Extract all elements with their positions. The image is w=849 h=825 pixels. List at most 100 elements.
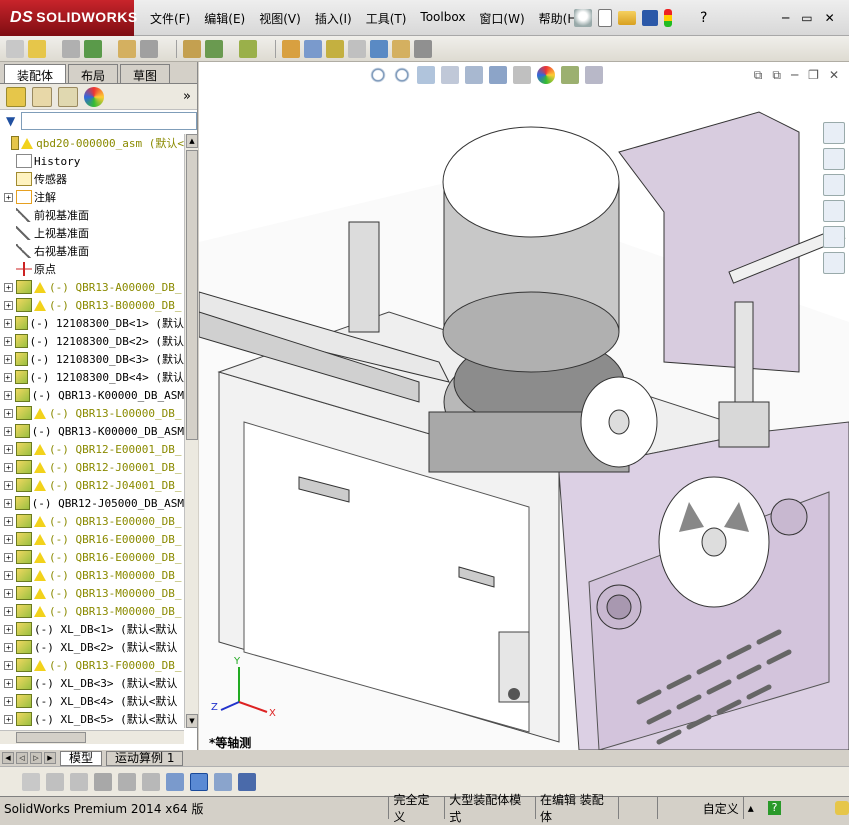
menu-edit[interactable]: 编辑(E): [204, 10, 245, 27]
tree-item[interactable]: + (-) 12108300_DB<2> (默认: [0, 332, 184, 350]
clearance-verification-icon[interactable]: [392, 39, 410, 58]
save-icon[interactable]: [642, 10, 658, 26]
assembly-features-icon[interactable]: [205, 39, 223, 58]
last-tab-arrow[interactable]: ▶: [44, 752, 56, 764]
scroll-up-arrow[interactable]: ▲: [186, 134, 198, 148]
menu-insert[interactable]: 插入(I): [315, 10, 352, 27]
tree-root-assembly[interactable]: qbd20-000000_asm (默认<: [0, 134, 184, 152]
zoom-to-area-icon[interactable]: [393, 66, 411, 84]
tree-item[interactable]: 上视基准面: [0, 224, 184, 242]
featuremanager-tree-icon[interactable]: [6, 86, 26, 107]
smart-fasteners-icon[interactable]: [118, 39, 136, 58]
restore-icon[interactable]: ▭: [801, 11, 812, 25]
tree-item[interactable]: 右视基准面: [0, 242, 184, 260]
tab-assembly[interactable]: 装配体: [4, 64, 67, 83]
filter-icon[interactable]: ▼: [6, 114, 15, 128]
settings-icon[interactable]: [238, 772, 256, 791]
graphics-area[interactable]: Y X Z ⧉ ⧉ ─ ❐ ✕ *等轴测: [199, 62, 849, 750]
tree-item[interactable]: + (-) XL_DB<5> (默认<默认: [0, 710, 184, 728]
tree-item[interactable]: + (-) QBR13-M00000_DB_: [0, 584, 184, 602]
expand-icon[interactable]: +: [4, 714, 13, 724]
tree-item[interactable]: + (-) XL_DB<2> (默认<默认: [0, 638, 184, 656]
design-library-icon[interactable]: [823, 148, 845, 170]
expand-icon[interactable]: +: [4, 390, 13, 400]
tree-item[interactable]: + (-) QBR13-E00000_DB_: [0, 512, 184, 530]
chevron-down-icon[interactable]: [106, 40, 114, 58]
expand-icon[interactable]: +: [4, 642, 13, 652]
configuration-manager-icon[interactable]: [58, 86, 78, 107]
menu-file[interactable]: 文件(F): [150, 10, 190, 27]
solidworks-logo[interactable]: DS SOLIDWORKS: [0, 0, 137, 36]
view-orientation-icon[interactable]: [465, 66, 483, 84]
expand-icon[interactable]: +: [4, 300, 13, 310]
cube-icon[interactable]: [190, 772, 208, 791]
zoom-to-fit-icon[interactable]: [369, 66, 387, 84]
paperclip-icon[interactable]: [62, 39, 80, 58]
tree-item[interactable]: + (-) XL_DB<1> (默认<默认: [0, 620, 184, 638]
next-tab-arrow[interactable]: ▷: [30, 752, 42, 764]
pin-icon[interactable]: [574, 9, 592, 27]
exploded-view-icon[interactable]: [326, 39, 344, 58]
tree-item[interactable]: + (-) XL_DB<4> (默认<默认: [0, 692, 184, 710]
expand-icon[interactable]: +: [4, 660, 13, 670]
tree-item[interactable]: History: [0, 152, 184, 170]
expand-icon[interactable]: +: [4, 516, 13, 526]
linear-pattern-icon[interactable]: [84, 39, 102, 58]
file-explorer-icon[interactable]: [823, 174, 845, 196]
close-icon[interactable]: ✕: [829, 68, 839, 83]
expand-icon[interactable]: +: [4, 372, 12, 382]
grid-icon[interactable]: [118, 772, 136, 791]
tree-item[interactable]: + (-) QBR12-E00001_DB_: [0, 440, 184, 458]
expand-icon[interactable]: +: [4, 696, 13, 706]
first-tab-arrow[interactable]: ◀: [2, 752, 14, 764]
expand-icon[interactable]: +: [4, 624, 13, 634]
expand-icon[interactable]: +: [4, 534, 13, 544]
table-icon[interactable]: [214, 772, 232, 791]
scroll-down-arrow[interactable]: ▼: [186, 714, 198, 728]
show-hidden-icon[interactable]: [183, 39, 201, 58]
tab-sketch[interactable]: 草图: [120, 64, 171, 83]
chevron-down-icon[interactable]: [50, 40, 58, 58]
bill-of-materials-icon[interactable]: [304, 39, 322, 58]
tree-item[interactable]: + (-) QBR13-K00000_DB_ASM: [0, 386, 184, 404]
menu-toolbox[interactable]: Toolbox: [420, 10, 465, 27]
prev-tab-arrow[interactable]: ◁: [16, 752, 28, 764]
previous-view-icon[interactable]: [417, 66, 435, 84]
tree-item[interactable]: + (-) XL_DB<3> (默认<默认: [0, 674, 184, 692]
hierarchy-icon[interactable]: [142, 772, 160, 791]
tile-icon[interactable]: ⧉: [772, 68, 781, 83]
interference-detection-icon[interactable]: [370, 39, 388, 58]
tab-layout[interactable]: 布局: [68, 64, 119, 83]
explode-line-sketch-icon[interactable]: [348, 39, 366, 58]
tile-icon[interactable]: ⧉: [754, 68, 763, 83]
appearances-icon[interactable]: [823, 226, 845, 248]
tree-vertical-scrollbar[interactable]: ▲ ▼: [184, 134, 198, 728]
menu-tools[interactable]: 工具(T): [366, 10, 407, 27]
expand-icon[interactable]: +: [4, 678, 13, 688]
expand-icon[interactable]: +: [4, 606, 13, 616]
tab-motion-study[interactable]: 运动算例 1: [106, 750, 184, 766]
hide-show-items-icon[interactable]: [513, 66, 531, 84]
tree-item[interactable]: + 注解: [0, 188, 184, 206]
help-icon[interactable]: ?: [767, 801, 782, 815]
unit-system[interactable]: 自定义: [658, 797, 744, 819]
tree-item[interactable]: + (-) QBR13-B00000_DB_: [0, 296, 184, 314]
menu-view[interactable]: 视图(V): [259, 10, 301, 27]
property-manager-icon[interactable]: [32, 86, 52, 107]
expand-icon[interactable]: +: [4, 588, 13, 598]
reference-geometry-icon[interactable]: [239, 39, 257, 58]
chevron-down-icon[interactable]: [162, 40, 170, 58]
expand-icon[interactable]: +: [4, 444, 13, 454]
scroll-thumb[interactable]: [16, 732, 86, 743]
axis-icon[interactable]: [166, 772, 184, 791]
view-palette-icon[interactable]: [823, 200, 845, 222]
chevron-down-icon[interactable]: [261, 40, 269, 58]
rebuild-traffic-light-icon[interactable]: [664, 9, 672, 27]
tree-item[interactable]: 前视基准面: [0, 206, 184, 224]
tab-model[interactable]: 模型: [60, 750, 103, 766]
expand-icon[interactable]: +: [4, 336, 12, 346]
display-manager-icon[interactable]: [84, 86, 104, 107]
view-settings-icon[interactable]: [585, 66, 603, 84]
new-document-icon[interactable]: [598, 9, 612, 27]
expand-icon[interactable]: +: [4, 552, 13, 562]
